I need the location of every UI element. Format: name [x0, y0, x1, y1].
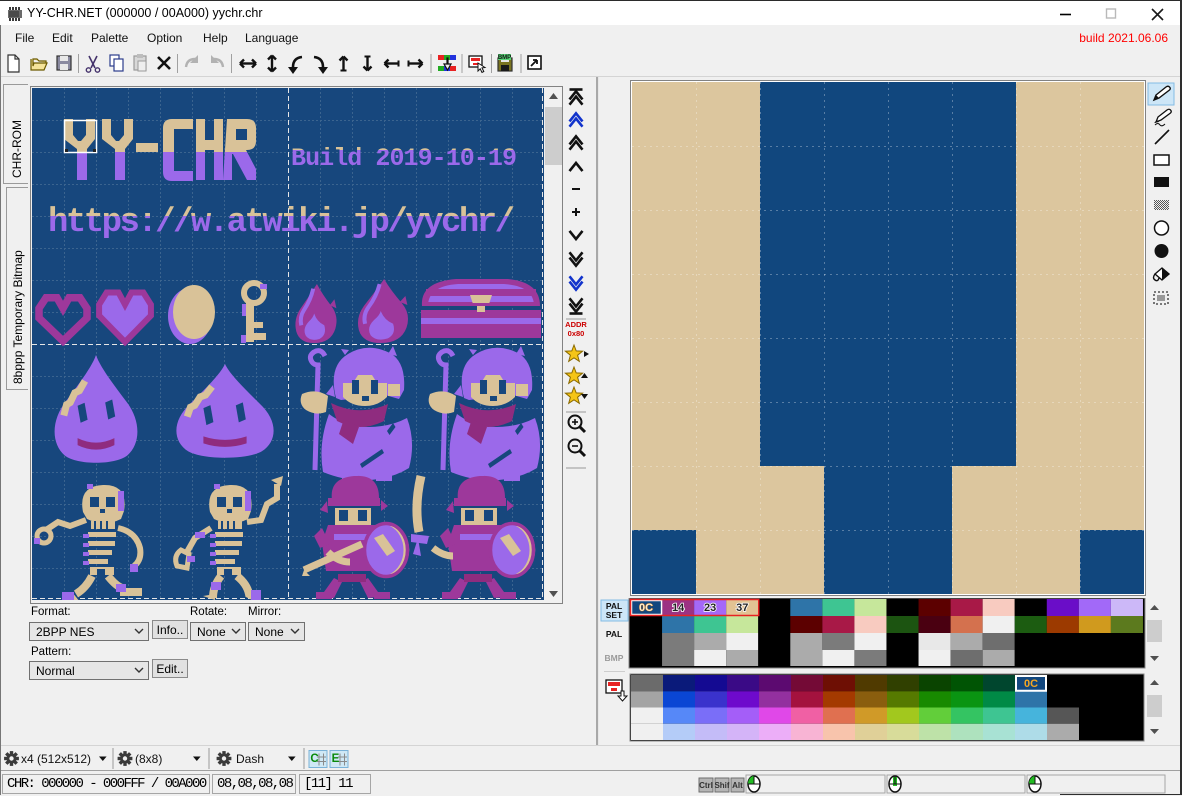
- svg-text:ADDR: ADDR: [565, 320, 587, 329]
- svg-text:E: E: [332, 753, 340, 765]
- svg-text:(8x8): (8x8): [135, 752, 162, 766]
- svg-text:BMP: BMP: [498, 55, 511, 61]
- svg-text:Dash: Dash: [236, 752, 264, 766]
- svg-text:SET: SET: [606, 610, 623, 620]
- svg-text:x4 (512x512): x4 (512x512): [21, 752, 91, 766]
- svg-text:23: 23: [704, 602, 716, 614]
- svg-text:Alt: Alt: [732, 781, 743, 790]
- svg-text:Ctrl: Ctrl: [699, 781, 713, 790]
- svg-text:0x80: 0x80: [568, 329, 585, 338]
- svg-text:0C: 0C: [639, 602, 653, 614]
- svg-text:Build 2019-10-19: Build 2019-10-19: [291, 144, 517, 173]
- svg-text:37: 37: [736, 602, 748, 614]
- svg-text:Shif: Shif: [714, 781, 729, 790]
- svg-text:BMP: BMP: [605, 653, 624, 663]
- svg-text:https://w.atwiki.jp/yychr/: https://w.atwiki.jp/yychr/: [48, 204, 515, 242]
- svg-text:C: C: [310, 753, 318, 765]
- svg-text:PAL: PAL: [606, 629, 622, 639]
- svg-text:0C: 0C: [1024, 678, 1038, 690]
- svg-text:14: 14: [672, 602, 685, 614]
